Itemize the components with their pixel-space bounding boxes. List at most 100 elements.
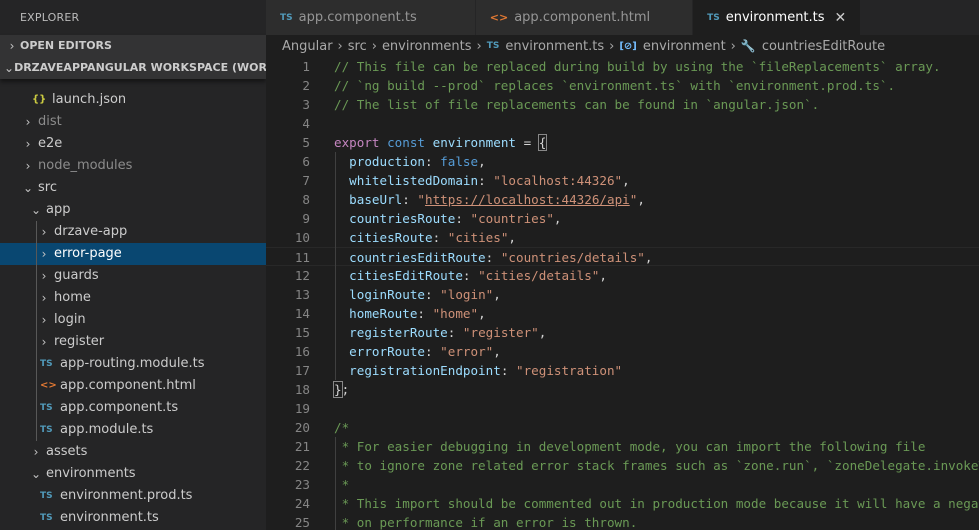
tab-label: environment.ts <box>725 10 825 25</box>
tree-item-e2e[interactable]: › e2e <box>0 133 266 155</box>
tree-item-app-module-ts[interactable]: TS app.module.ts <box>0 419 266 441</box>
code-line[interactable]: 19 <box>266 399 979 418</box>
breadcrumb-item-environments[interactable]: environments <box>382 39 472 54</box>
code-line[interactable]: 17 registrationEndpoint: "registration" <box>266 361 979 380</box>
tree-item-register[interactable]: › register <box>0 331 266 353</box>
tree-item-app[interactable]: ⌄ app <box>0 199 266 221</box>
line-content: * on performance if an error is thrown. <box>310 513 979 530</box>
line-number: 21 <box>294 439 310 454</box>
code-line[interactable]: 22 * to ignore zone related error stack … <box>266 456 979 475</box>
tree-item-node-modules[interactable]: › node_modules <box>0 155 266 177</box>
code-line[interactable]: 12 citiesEditRoute: "cities/details", <box>266 266 979 285</box>
code-token: "countries/details" <box>500 250 645 265</box>
chevron-right-icon: › <box>41 291 47 305</box>
chevron-down-icon: ⌄ <box>4 61 15 75</box>
breadcrumb-item-countrieseditroute[interactable]: 🔧 countriesEditRoute <box>741 39 885 54</box>
code-line[interactable]: 3 // The list of file replacements can be… <box>266 95 979 114</box>
tree-item-app-component-html[interactable]: <> app.component.html <box>0 375 266 397</box>
code-line[interactable]: 6 production: false, <box>266 152 979 171</box>
code-line[interactable]: 14 homeRoute: "home", <box>266 304 979 323</box>
explorer-title: EXPLORER <box>20 11 80 24</box>
line-content: // `ng build --prod` replaces `environme… <box>310 76 979 95</box>
code-line[interactable]: 23 * <box>266 475 979 494</box>
code-line[interactable]: 15 registerRoute: "register", <box>266 323 979 342</box>
tree-item-error-page[interactable]: › error-page <box>0 243 266 265</box>
code-editor[interactable]: 1 // This file can be replaced during bui… <box>266 57 979 530</box>
tree-item-dist[interactable]: › dist <box>0 111 266 133</box>
code-line[interactable]: 10 citiesRoute: "cities", <box>266 228 979 247</box>
code-line[interactable]: 8 baseUrl: "https://localhost:44326/api"… <box>266 190 979 209</box>
code-line[interactable]: 9 countriesRoute: "countries", <box>266 209 979 228</box>
tab-environment-ts[interactable]: TS environment.ts ✕ <box>693 0 862 35</box>
code-token: , <box>644 250 653 265</box>
tree-item-launch-json[interactable]: {} launch.json <box>0 89 266 111</box>
tree-item-label: app-routing.module.ts <box>60 356 205 371</box>
url-link[interactable]: https://localhost:44326/api <box>425 192 630 207</box>
breadcrumb-item-src[interactable]: src <box>348 39 367 54</box>
line-content: }; <box>310 380 979 399</box>
line-content: * For easier debugging in development mo… <box>310 437 979 456</box>
breadcrumb-label: environment.ts <box>505 38 605 54</box>
code-token: , <box>478 306 486 321</box>
tree-item-environment-prod-ts[interactable]: TS environment.prod.ts <box>0 485 266 507</box>
code-token: , <box>508 230 517 245</box>
tree-item-label: app.module.ts <box>60 422 154 437</box>
code-line[interactable]: 25 * on performance if an error is throw… <box>266 513 979 530</box>
line-number: 12 <box>294 268 310 283</box>
tree-item-label: node_modules <box>38 158 133 173</box>
breadcrumb-item-environment[interactable]: [⊘] environment <box>619 39 725 54</box>
open-editors-section[interactable]: › OPEN EDITORS <box>0 35 266 57</box>
code-token: , <box>622 173 630 188</box>
tree-item-login[interactable]: › login <box>0 309 266 331</box>
code-line[interactable]: 5 export const environment = { <box>266 133 979 152</box>
tree-item-environments[interactable]: ⌄ environments <box>0 463 266 485</box>
breadcrumb-item-angular[interactable]: Angular <box>282 39 333 54</box>
breadcrumb-label: environment <box>642 38 726 54</box>
code-token: ; <box>341 382 350 397</box>
line-number: 3 <box>302 97 310 112</box>
code-line[interactable]: 21 * For easier debugging in development… <box>266 437 979 456</box>
breadcrumb-item-environment-ts[interactable]: TS environment.ts <box>487 39 604 54</box>
tab-app-component-html[interactable]: <> app.component.html <box>475 0 694 35</box>
code-token: homeRoute <box>334 306 418 321</box>
code-line[interactable]: 4 <box>266 114 979 133</box>
code-line[interactable]: 13 loginRoute: "login", <box>266 285 979 304</box>
chevron-right-icon: › <box>41 247 47 261</box>
code-line[interactable]: 2 // `ng build --prod` replaces `environm… <box>266 76 979 95</box>
editor-tabs: TS app.component.ts <> app.component.html TS… <box>266 0 979 35</box>
code-line[interactable]: 16 errorRoute: "error", <box>266 342 979 361</box>
code-token: : <box>462 268 479 283</box>
tree-item-guards[interactable]: › guards <box>0 265 266 287</box>
code-line[interactable]: 1 // This file can be replaced during bui… <box>266 57 979 76</box>
tree-item-vscode[interactable]: .vscode <box>0 79 266 89</box>
code-line[interactable]: 18}; <box>266 380 979 399</box>
tree-item-environment-ts[interactable]: TS environment.ts <box>0 507 266 529</box>
code-token: "login" <box>440 287 494 302</box>
indent-guide <box>335 152 336 380</box>
code-line[interactable]: 7 whitelistedDomain: "localhost:44326", <box>266 171 979 190</box>
breadcrumb-label: Angular <box>282 38 333 54</box>
line-number: 4 <box>302 116 310 131</box>
workspace-section[interactable]: ⌄ DRZAVEAPPANGULAR WORKSPACE (WORKS... <box>0 57 266 79</box>
code-line[interactable]: 24 * This import should be commented out… <box>266 494 979 513</box>
tree-item-app-component-ts[interactable]: TS app.component.ts <box>0 397 266 419</box>
breadcrumb-label: src <box>347 38 367 54</box>
code-token: "register" <box>462 325 539 340</box>
tree-item-src[interactable]: ⌄ src <box>0 177 266 199</box>
chevron-down-icon: ⌄ <box>30 203 42 217</box>
code-token: : <box>478 173 494 188</box>
code-token: false <box>440 154 479 169</box>
code-token: citiesEditRoute <box>334 268 463 283</box>
tree-item-drzave-app[interactable]: › drzave-app <box>0 221 266 243</box>
code-line[interactable]: 11 countriesEditRoute: "countries/detail… <box>266 247 979 266</box>
tree-item-home[interactable]: › home <box>0 287 266 309</box>
tree-item-assets[interactable]: › assets <box>0 441 266 463</box>
tree-item-label: home <box>54 290 91 305</box>
close-icon[interactable]: ✕ <box>835 10 847 26</box>
code-token: * to ignore zone related error stack fra… <box>334 458 979 473</box>
code-line[interactable]: 20 /* <box>266 418 979 437</box>
explorer-sidebar: EXPLORER › OPEN EDITORS ⌄ DRZAVEAPPANGUL… <box>0 0 266 530</box>
tree-item-app-routing-module-ts[interactable]: TS app-routing.module.ts <box>0 353 266 375</box>
tab-app-component-ts[interactable]: TS app.component.ts <box>266 0 476 35</box>
breadcrumb-separator-icon: › <box>476 38 482 54</box>
